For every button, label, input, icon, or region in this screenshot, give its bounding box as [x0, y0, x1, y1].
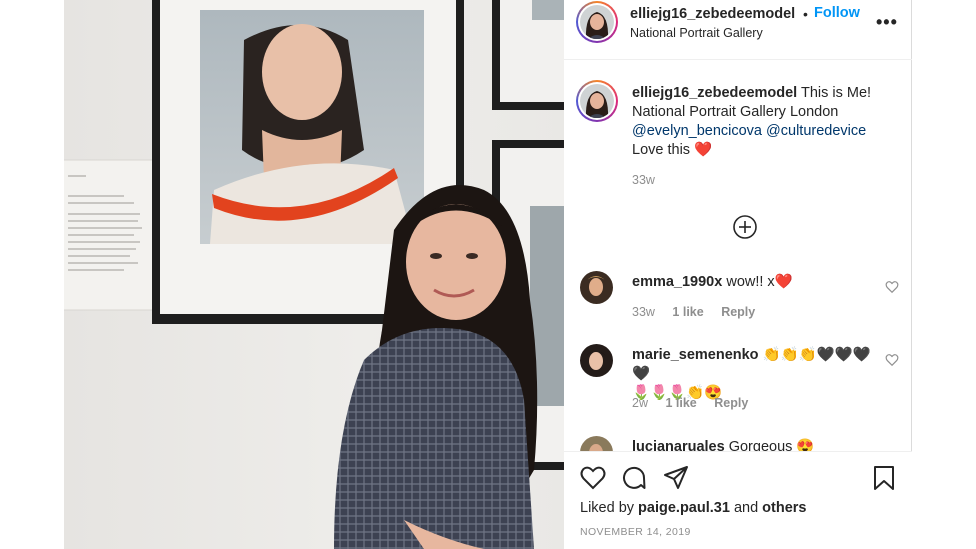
post-header: elliejg16_zebedeemodel • Follow National…: [564, 0, 912, 60]
comment-timestamp[interactable]: 33w: [632, 305, 655, 319]
mention-evelyn[interactable]: @evelyn_bencicova: [632, 123, 762, 139]
comment-meta: 33w 1 like Reply: [632, 305, 769, 319]
reply-button[interactable]: Reply: [714, 396, 748, 410]
heart-outline-icon[interactable]: [885, 353, 899, 367]
comment-likes[interactable]: 1 like: [672, 305, 703, 319]
comment-body: wow!! x❤️: [722, 274, 793, 290]
post-date[interactable]: NOVEMBER 14, 2019: [580, 526, 691, 538]
post-photo[interactable]: [64, 0, 564, 549]
author-username[interactable]: elliejg16_zebedeemodel: [630, 6, 795, 22]
reply-button[interactable]: Reply: [721, 305, 755, 319]
caption-line2: National Portrait Gallery London: [632, 104, 839, 120]
liked-by-mid: and: [729, 500, 763, 516]
post-panel: elliejg16_zebedeemodel • Follow National…: [564, 0, 912, 549]
share-paper-plane-icon[interactable]: [663, 465, 689, 491]
post-image: [64, 0, 564, 549]
commenter-avatar-image: [580, 271, 613, 304]
comment-username[interactable]: marie_semenenko: [632, 347, 759, 363]
like-heart-icon[interactable]: [580, 465, 606, 491]
commenter-avatar[interactable]: [580, 271, 613, 304]
load-more-comments-icon[interactable]: [733, 215, 757, 239]
follow-button[interactable]: Follow: [814, 5, 860, 21]
caption-avatar-image: [580, 84, 614, 118]
comment-likes[interactable]: 1 like: [665, 396, 696, 410]
liked-by: Liked by paige.paul.31 and others: [580, 500, 807, 516]
heart-outline-icon[interactable]: [885, 280, 899, 294]
comment-text: marie_semenenko 👏👏👏🖤🖤🖤🖤 🌷🌷🌷👏😍: [632, 346, 877, 403]
heart-emoji: ❤️: [694, 142, 713, 158]
more-options-icon[interactable]: •••: [876, 12, 898, 33]
author-avatar[interactable]: [576, 1, 618, 43]
comment-username[interactable]: emma_1990x: [632, 274, 722, 290]
liked-by-user[interactable]: paige.paul.31: [638, 500, 730, 516]
liked-by-prefix: Liked by: [580, 500, 639, 516]
liked-by-others[interactable]: others: [762, 500, 806, 516]
follow-separator: •: [803, 6, 808, 22]
caption-timestamp[interactable]: 33w: [632, 173, 655, 187]
post-actions: Liked by paige.paul.31 and others NOVEMB…: [564, 451, 912, 549]
caption-avatar[interactable]: [576, 80, 618, 122]
comment-bubble-icon[interactable]: [621, 465, 647, 491]
comment-timestamp[interactable]: 2w: [632, 396, 648, 410]
bookmark-icon[interactable]: [871, 465, 897, 491]
post-location[interactable]: National Portrait Gallery: [630, 26, 763, 40]
caption-username[interactable]: elliejg16_zebedeemodel: [632, 85, 797, 101]
author-avatar-image: [580, 5, 614, 39]
comment-meta: 2w 1 like Reply: [632, 396, 762, 410]
comment-text: emma_1990x wow!! x❤️: [632, 273, 877, 292]
commenter-avatar[interactable]: [580, 344, 613, 377]
caption-line1: This is Me!: [797, 85, 872, 101]
caption-line4: Love this: [632, 142, 695, 158]
caption-text: elliejg16_zebedeemodel This is Me! Natio…: [632, 84, 902, 160]
mention-culturedevice[interactable]: @culturedevice: [766, 123, 866, 139]
commenter-avatar-image: [580, 344, 613, 377]
